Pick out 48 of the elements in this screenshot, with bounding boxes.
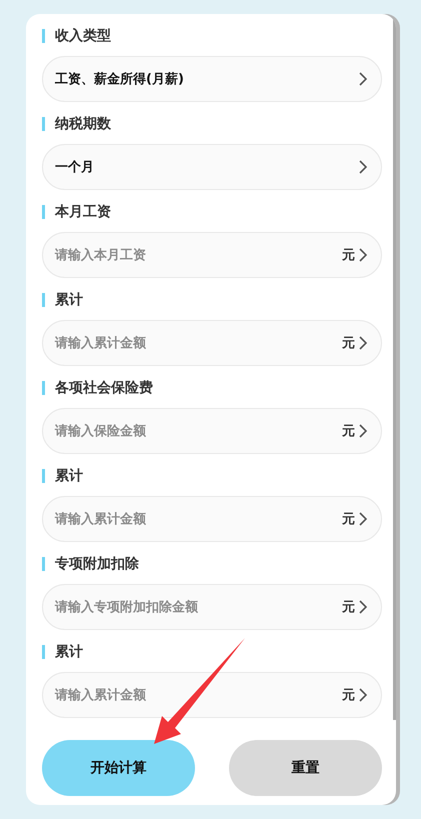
section-marker: [42, 557, 45, 571]
chevron-right-icon: [359, 336, 367, 350]
chevron-right-icon: [359, 512, 367, 526]
placeholder: 请输入累计金额: [55, 686, 147, 704]
unit-label: 元: [342, 247, 355, 264]
unit-label: 元: [342, 335, 355, 352]
chevron-right-icon: [359, 160, 367, 174]
placeholder: 请输入本月工资: [55, 246, 147, 264]
section-marker: [42, 469, 45, 483]
amount-input-field[interactable]: 请输入专项附加扣除金额 元: [42, 584, 382, 630]
reset-button[interactable]: 重置: [229, 740, 382, 796]
placeholder: 请输入专项附加扣除金额: [55, 598, 199, 616]
amount-input-field[interactable]: 请输入累计金额 元: [42, 672, 382, 718]
section-marker: [42, 381, 45, 395]
section-label: 收入类型: [55, 27, 111, 45]
chevron-right-icon: [359, 688, 367, 702]
placeholder: 请输入保险金额: [55, 422, 147, 440]
section-marker: [42, 205, 45, 219]
amount-input-field[interactable]: 请输入累计金额 元: [42, 496, 382, 542]
chevron-right-icon: [359, 248, 367, 262]
unit-label: 元: [342, 599, 355, 616]
unit-label: 元: [342, 423, 355, 440]
select-field[interactable]: 工资、薪金所得(月薪): [42, 56, 382, 102]
section-label: 各项社会保险费: [55, 379, 153, 397]
section-marker: [42, 645, 45, 659]
amount-input-field[interactable]: 请输入累计金额 元: [42, 320, 382, 366]
section-marker: [42, 29, 45, 43]
section-label: 纳税期数: [55, 115, 111, 133]
section-label: 本月工资: [55, 203, 111, 221]
chevron-right-icon: [359, 424, 367, 438]
select-value: 一个月: [55, 159, 95, 176]
unit-label: 元: [342, 687, 355, 704]
unit-label: 元: [342, 511, 355, 528]
calculate-button[interactable]: 开始计算: [42, 740, 195, 796]
section-marker: [42, 293, 45, 307]
section-label: 累计: [55, 291, 83, 309]
select-field[interactable]: 一个月: [42, 144, 382, 190]
chevron-right-icon: [359, 600, 367, 614]
chevron-right-icon: [359, 72, 367, 86]
section-label: 专项附加扣除: [55, 555, 139, 573]
section-label: 累计: [55, 643, 83, 661]
amount-input-field[interactable]: 请输入本月工资 元: [42, 232, 382, 278]
select-value: 工资、薪金所得(月薪): [55, 71, 185, 88]
section-marker: [42, 117, 45, 131]
placeholder: 请输入累计金额: [55, 334, 147, 352]
placeholder: 请输入累计金额: [55, 510, 147, 528]
amount-input-field[interactable]: 请输入保险金额 元: [42, 408, 382, 454]
section-label: 累计: [55, 467, 83, 485]
